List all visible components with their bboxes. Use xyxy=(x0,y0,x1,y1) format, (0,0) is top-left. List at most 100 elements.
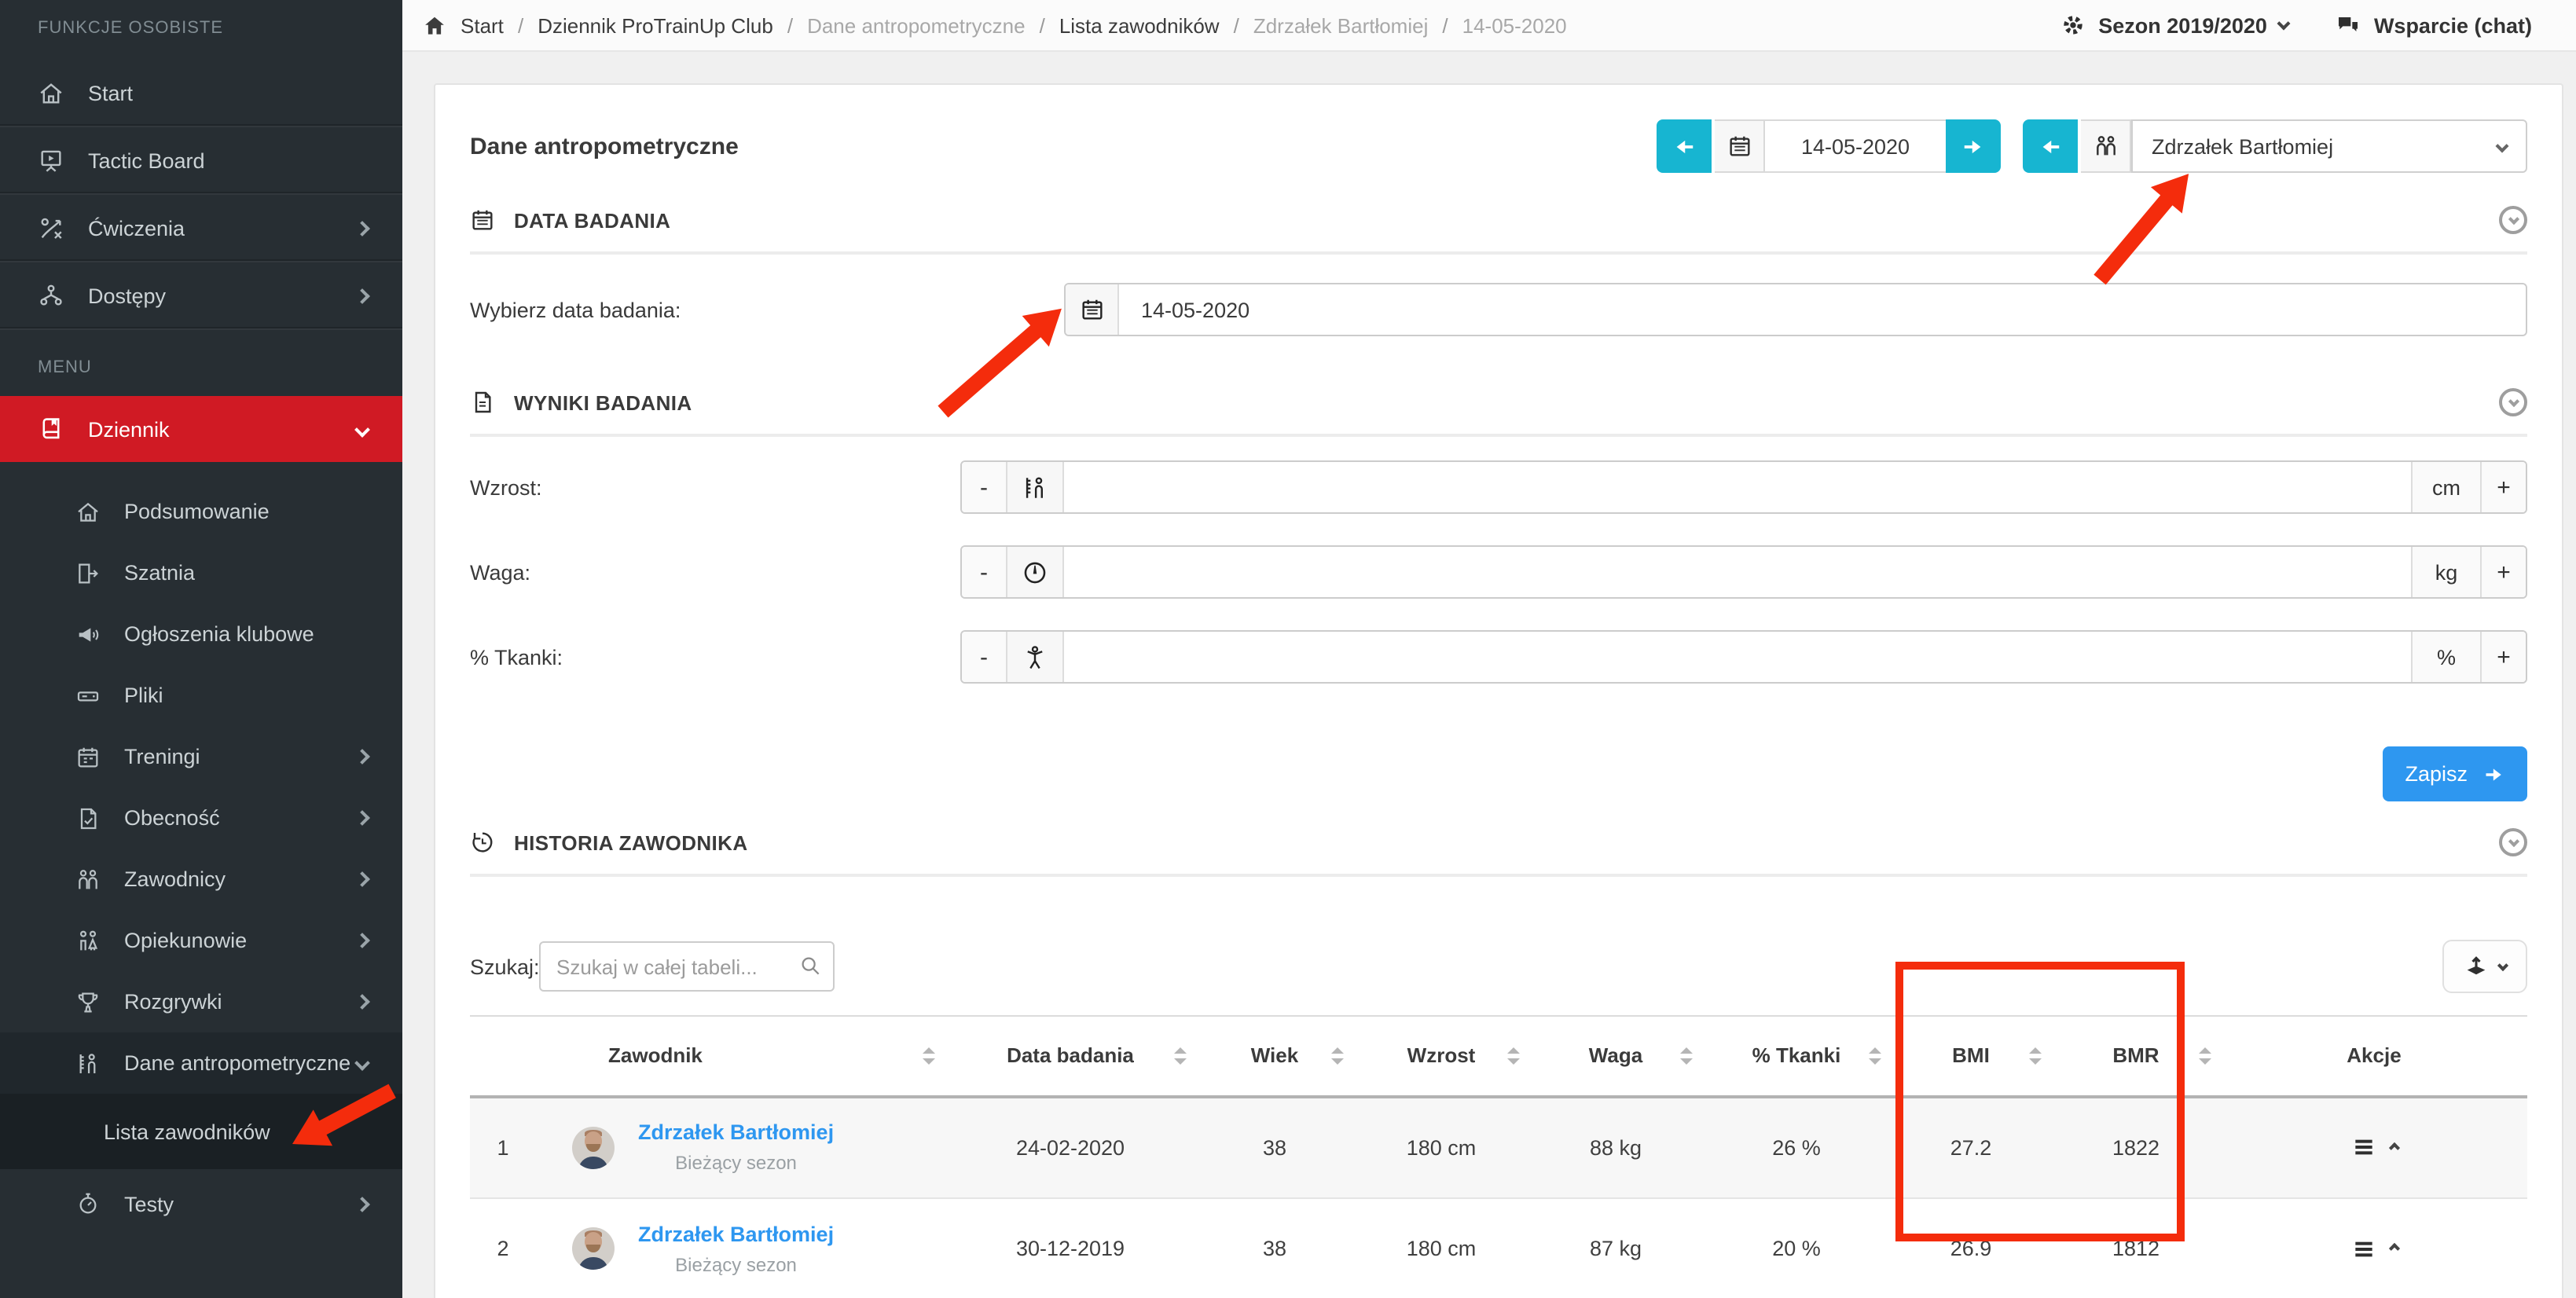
journal-icon xyxy=(38,416,64,442)
player-name-link[interactable]: Zdrzałek Bartłomiej xyxy=(638,1222,834,1247)
history-icon xyxy=(470,830,495,855)
weight-increment-button[interactable]: + xyxy=(2480,547,2526,597)
sidebar-item-rozgrywki[interactable]: Rozgrywki xyxy=(0,971,402,1032)
breadcrumb-item-current: 14-05-2020 xyxy=(1462,13,1567,37)
breadcrumb-item[interactable]: Dziennik ProTrainUp Club xyxy=(538,13,773,37)
chevron-right-icon xyxy=(354,220,370,236)
sidebar-item-cwiczenia[interactable]: Ćwiczenia xyxy=(0,195,402,262)
breadcrumb-item[interactable]: Start xyxy=(461,13,504,37)
support-chat-link[interactable]: Wsparcie (chat) xyxy=(2336,13,2532,38)
col-wzrost[interactable]: Wzrost xyxy=(1353,1016,1529,1096)
collapse-section-button[interactable] xyxy=(2499,388,2527,416)
section-title: DATA BADANIA xyxy=(514,208,670,232)
height-input[interactable] xyxy=(1064,462,2411,512)
age: 38 xyxy=(1196,1096,1353,1198)
fat-increment-button[interactable]: + xyxy=(2480,632,2526,682)
date-next-button[interactable] xyxy=(1946,119,2001,173)
fat-field-row: % Tkanki: - % + xyxy=(470,630,2527,684)
sidebar-item-start[interactable]: Start xyxy=(0,60,402,127)
sidebar-item-dostepy[interactable]: Dostępy xyxy=(0,262,402,330)
fat-percent: 20 % xyxy=(1702,1198,1891,1298)
row-number: 1 xyxy=(470,1096,536,1198)
player-name-link[interactable]: Zdrzałek Bartłomiej xyxy=(638,1120,834,1146)
chevron-down-icon xyxy=(2508,213,2519,224)
sidebar-item-ogloszenia[interactable]: Ogłoszenia klubowe xyxy=(0,603,402,665)
sidebar-item-treningi[interactable]: Treningi xyxy=(0,726,402,787)
sidebar-section-personal: FUNKCJE OSOBISTE xyxy=(0,0,402,60)
calendar-icon xyxy=(470,207,495,233)
weight-decrement-button[interactable]: - xyxy=(962,547,1007,597)
date-prev-button[interactable] xyxy=(1657,119,1712,173)
col-rownum xyxy=(470,1016,536,1096)
sort-icon xyxy=(1331,1047,1344,1065)
date-nav-value[interactable]: 14-05-2020 xyxy=(1765,119,1947,173)
sidebar-item-testy[interactable]: Testy xyxy=(0,1169,402,1238)
sidebar-item-zawodnicy[interactable]: Zawodnicy xyxy=(0,849,402,910)
stopwatch-icon xyxy=(75,1191,101,1216)
col-tkanki[interactable]: % Tkanki xyxy=(1702,1016,1891,1096)
sidebar-item-podsumowanie[interactable]: Podsumowanie xyxy=(0,481,402,542)
col-waga[interactable]: Waga xyxy=(1529,1016,1702,1096)
season-selector[interactable]: Sezon 2019/2020 xyxy=(2060,13,2289,38)
weight: 88 kg xyxy=(1529,1096,1702,1198)
col-bmr[interactable]: BMR xyxy=(2051,1016,2221,1096)
gear-icon xyxy=(2060,13,2086,38)
sidebar-item-obecnosc[interactable]: Obecność xyxy=(0,787,402,849)
sort-icon xyxy=(1869,1047,1881,1065)
chevron-up-icon[interactable] xyxy=(2388,1142,2399,1153)
collapse-section-button[interactable] xyxy=(2499,206,2527,234)
breadcrumb-item[interactable]: Zdrzałek Bartłomiej xyxy=(1253,13,1429,37)
sidebar-item-szatnia[interactable]: Szatnia xyxy=(0,542,402,603)
home-icon xyxy=(423,13,446,37)
breadcrumb-item[interactable]: Dane antropometryczne xyxy=(807,13,1026,37)
date-field-row: Wybierz data badania: 14-05-2020 xyxy=(470,283,2527,336)
card-header: Dane antropometryczne 14-05-2020 xyxy=(470,85,2527,173)
height-label: Wzrost: xyxy=(470,475,960,499)
breadcrumb-separator: / xyxy=(518,13,523,37)
bmr-value: 1812 xyxy=(2051,1198,2221,1298)
chevron-right-icon xyxy=(354,749,370,764)
player-prev-button[interactable] xyxy=(2023,119,2078,173)
weight-field-row: Waga: - kg + xyxy=(470,545,2527,599)
breadcrumb-separator: / xyxy=(1234,13,1239,37)
height-increment-button[interactable]: + xyxy=(2480,462,2526,512)
actions-menu-icon[interactable] xyxy=(2350,1237,2376,1262)
sidebar-item-tactic-board[interactable]: Tactic Board xyxy=(0,127,402,195)
sidebar-item-opiekunowie[interactable]: Opiekunowie xyxy=(0,910,402,971)
table-toolbar: Szukaj: xyxy=(470,940,2527,993)
fat-percent: 26 % xyxy=(1702,1096,1891,1198)
col-data-badania[interactable]: Data badania xyxy=(945,1016,1196,1096)
arrow-left-icon xyxy=(1672,134,1696,158)
search-input[interactable] xyxy=(539,941,835,992)
weight-input[interactable] xyxy=(1064,547,2411,597)
actions-menu-icon[interactable] xyxy=(2350,1135,2376,1160)
exam-date-input[interactable]: 14-05-2020 xyxy=(1064,283,2527,336)
chevron-down-icon xyxy=(2508,395,2519,406)
col-bmi[interactable]: BMI xyxy=(1891,1016,2051,1096)
breadcrumb-separator: / xyxy=(787,13,793,37)
fat-input[interactable] xyxy=(1064,632,2411,682)
breadcrumb-item[interactable]: Lista zawodników xyxy=(1059,13,1220,37)
search-icon xyxy=(798,954,822,977)
sidebar-item-lista-zawodnikow[interactable]: Lista zawodników xyxy=(0,1094,402,1169)
body-icon xyxy=(1007,632,1064,682)
col-wiek[interactable]: Wiek xyxy=(1196,1016,1353,1096)
collapse-section-button[interactable] xyxy=(2499,828,2527,856)
sidebar-item-dziennik[interactable]: Dziennik xyxy=(0,396,402,462)
save-button[interactable]: Zapisz xyxy=(2383,746,2527,801)
chevron-up-icon[interactable] xyxy=(2388,1243,2399,1254)
breadcrumb-separator: / xyxy=(1040,13,1045,37)
table-row: 1 Zdrzałek Bartłomiej Bieżący sezon 24-0… xyxy=(470,1096,2527,1198)
player-select[interactable]: Zdrzałek Bartłomiej xyxy=(2131,119,2527,173)
sidebar-item-pliki[interactable]: Pliki xyxy=(0,665,402,726)
sidebar-item-dane-antropometryczne[interactable]: Dane antropometryczne xyxy=(0,1032,402,1094)
bmi-value: 26.9 xyxy=(1891,1198,2051,1298)
actions-cell xyxy=(2221,1096,2527,1198)
col-zawodnik[interactable]: Zawodnik xyxy=(536,1016,945,1096)
chevron-right-icon xyxy=(354,810,370,826)
height-decrement-button[interactable]: - xyxy=(962,462,1007,512)
weight: 87 kg xyxy=(1529,1198,1702,1298)
breadcrumb: Start / Dziennik ProTrainUp Club / Dane … xyxy=(423,13,1567,37)
fat-decrement-button[interactable]: - xyxy=(962,632,1007,682)
export-button[interactable] xyxy=(2442,940,2527,993)
